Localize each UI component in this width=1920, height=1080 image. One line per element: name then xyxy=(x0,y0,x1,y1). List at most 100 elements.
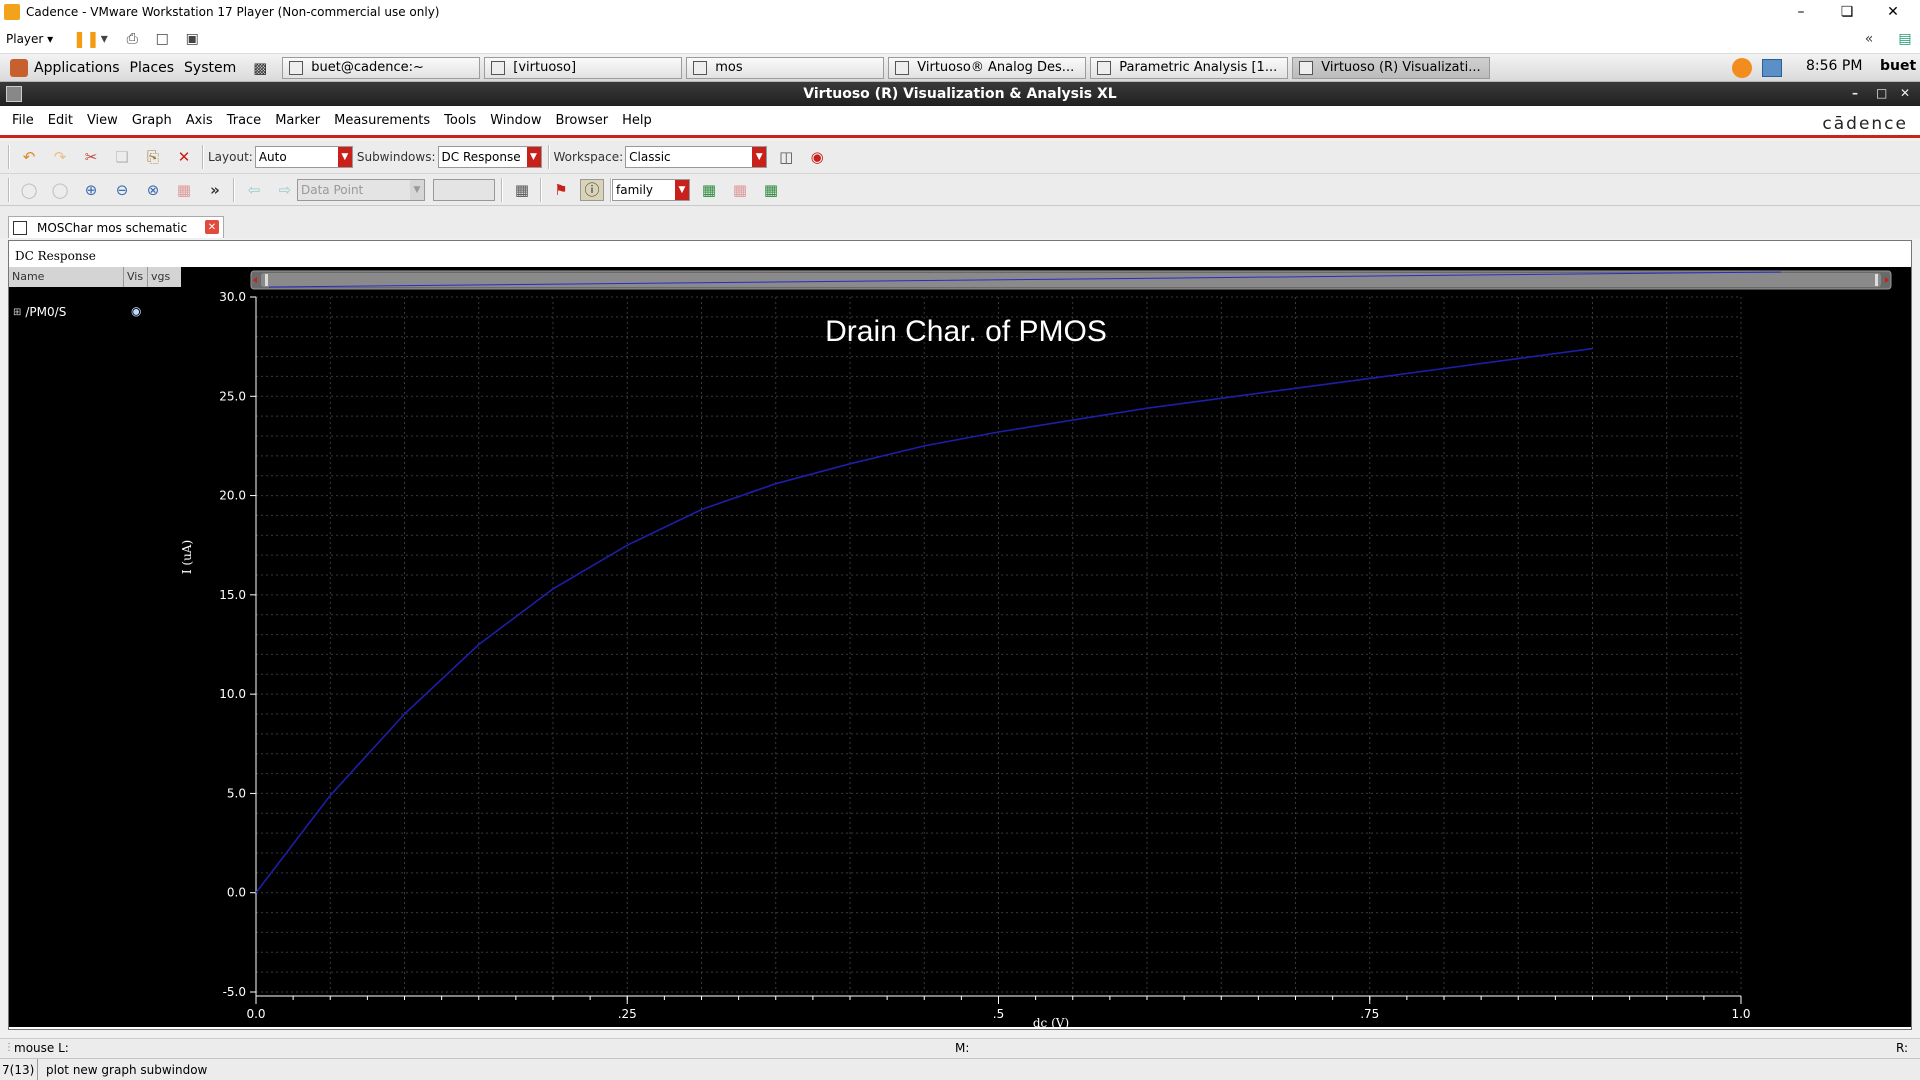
pause-icon[interactable]: ❚❚ xyxy=(73,27,100,51)
menu-help[interactable]: Help xyxy=(615,113,659,128)
task-visualization[interactable]: Virtuoso (R) Visualizati... xyxy=(1292,56,1491,79)
close-icon[interactable]: ✕ xyxy=(1900,86,1910,100)
close-tab-icon[interactable]: ✕ xyxy=(205,220,219,234)
family-strip-icon[interactable]: ▦ xyxy=(728,179,752,201)
plot-area[interactable]: 0.0.25.5.75 1.0 -5.0 0.0 5.0 10.0 15.0 20.0 25.0… xyxy=(181,267,1911,1027)
scrollbar-left-handle[interactable] xyxy=(265,274,268,286)
clock[interactable]: 8:56 PM xyxy=(1806,58,1862,74)
copy-icon[interactable]: ❏ xyxy=(110,146,134,168)
task-parametric-analysis[interactable]: Parametric Analysis [1... xyxy=(1090,56,1289,79)
subwindows-label: Subwindows: xyxy=(356,150,436,164)
expand-icon[interactable]: ⊞ xyxy=(13,307,21,318)
data-point-entry[interactable] xyxy=(433,178,495,201)
undo-icon[interactable]: ↶ xyxy=(17,146,41,168)
task-label: Virtuoso (R) Visualizati... xyxy=(1321,60,1481,75)
family-split-icon[interactable]: ▦ xyxy=(697,179,721,201)
zoom-in-icon[interactable]: ⊕ xyxy=(79,179,103,201)
menu-measurements[interactable]: Measurements xyxy=(327,113,437,128)
places-label: Places xyxy=(129,59,175,76)
eye-icon[interactable]: ◉ xyxy=(131,304,141,318)
window-title: Virtuoso (R) Visualization & Analysis XL xyxy=(803,86,1117,102)
terminal-launcher-icon[interactable]: ▩ xyxy=(248,57,272,79)
redo-icon[interactable]: ↷ xyxy=(48,146,72,168)
family-select[interactable]: family ▼ xyxy=(612,178,690,201)
zoom-area-icon[interactable]: ◯ xyxy=(48,179,72,201)
graph-window-icon xyxy=(13,220,27,235)
menu-graph[interactable]: Graph xyxy=(125,113,179,128)
family-stack-icon[interactable]: ▦ xyxy=(759,179,783,201)
applications-menu[interactable]: Applications xyxy=(0,58,130,77)
x-tick-label: .25 xyxy=(618,1007,637,1021)
marker-flag-icon[interactable]: ⚑ xyxy=(549,179,573,201)
next-point-icon[interactable]: ⇨ xyxy=(273,179,297,201)
minimize-icon[interactable]: – xyxy=(1778,0,1824,24)
delete-icon[interactable]: ✕ xyxy=(172,146,196,168)
minimize-icon[interactable]: – xyxy=(1852,86,1858,100)
network-icon[interactable] xyxy=(1762,59,1782,77)
task-analog-design-env[interactable]: Virtuoso® Analog Des... xyxy=(888,56,1087,79)
subwindows-select[interactable]: DC Response ▼ xyxy=(437,146,542,168)
scrollbar-right-handle[interactable] xyxy=(1875,274,1878,286)
zoom-fit-icon[interactable]: ◯ xyxy=(17,179,41,201)
menu-axis[interactable]: Axis xyxy=(179,113,220,128)
info-icon[interactable]: ⓘ xyxy=(580,178,604,201)
pan-icon[interactable]: ▦ xyxy=(172,179,196,201)
notes-icon[interactable]: ▤ xyxy=(1892,27,1918,51)
column-vgs[interactable]: vgs xyxy=(148,267,181,287)
menu-file[interactable]: File xyxy=(5,113,41,128)
user-name[interactable]: buet xyxy=(1880,58,1916,74)
task-terminal[interactable]: buet@cadence:~ xyxy=(282,56,481,79)
system-menu[interactable]: System xyxy=(184,60,246,76)
cut-icon[interactable]: ✂ xyxy=(79,146,103,168)
places-menu[interactable]: Places xyxy=(130,60,185,76)
previous-point-icon[interactable]: ⇦ xyxy=(242,179,266,201)
mouse-middle-binding: M: xyxy=(955,1041,970,1055)
calculator-icon[interactable]: ▦ xyxy=(510,179,534,201)
fullscreen-icon[interactable]: □ xyxy=(149,27,175,51)
waveform-icon xyxy=(1299,60,1314,75)
delete-workspace-icon[interactable]: ◉ xyxy=(805,146,829,168)
trace-name: /PM0/S xyxy=(25,305,67,319)
player-menu-label: Player xyxy=(6,31,44,46)
chart-title: Drain Char. of PMOS xyxy=(825,315,1107,348)
player-menu[interactable]: Player ▾ xyxy=(6,32,53,46)
data-point-select[interactable]: Data Point ▼ xyxy=(297,178,425,201)
mouse-status-bar: ⋮ mouse L: M: R: xyxy=(0,1038,1920,1058)
toolbar-separator xyxy=(202,145,204,169)
chevron-down-icon[interactable]: ▾ xyxy=(99,27,109,51)
tab-moschar-schematic[interactable]: MOSChar mos schematic ✕ xyxy=(8,216,224,238)
zoom-out-icon[interactable]: ⊖ xyxy=(110,179,134,201)
column-vis[interactable]: Vis xyxy=(124,267,148,287)
trace-row[interactable]: ⊞ /PM0/S ◉ xyxy=(9,303,181,321)
window-menu-icon[interactable] xyxy=(6,86,22,102)
layout-select[interactable]: Auto ▼ xyxy=(254,146,353,168)
x-tick-label: .75 xyxy=(1360,1007,1379,1021)
zoom-x-icon[interactable]: ⊗ xyxy=(141,179,165,201)
task-mos[interactable]: mos xyxy=(686,56,885,79)
y-tick-label: 0.0 xyxy=(227,886,246,900)
unity-icon[interactable]: ▣ xyxy=(179,27,205,51)
collapse-left-icon[interactable]: « xyxy=(1856,27,1882,51)
restore-icon[interactable]: ❏ xyxy=(1824,0,1870,24)
task-virtuoso-ciw[interactable]: [virtuoso] xyxy=(484,56,683,79)
workspace-select[interactable]: Classic ▼ xyxy=(625,146,768,168)
menu-browser[interactable]: Browser xyxy=(548,113,615,128)
close-icon[interactable]: ✕ xyxy=(1870,0,1916,24)
menu-view[interactable]: View xyxy=(80,113,125,128)
maximize-icon[interactable]: □ xyxy=(1876,86,1887,100)
column-name[interactable]: Name xyxy=(9,267,124,287)
message-bar: 7(13) plot new graph subwindow xyxy=(0,1058,1920,1080)
save-workspace-icon[interactable]: ◫ xyxy=(774,146,798,168)
paste-icon[interactable]: ⎘ xyxy=(141,146,165,168)
series-line xyxy=(255,347,1593,894)
menu-marker[interactable]: Marker xyxy=(268,113,327,128)
y-tick-label: 15.0 xyxy=(219,588,246,602)
menu-edit[interactable]: Edit xyxy=(41,113,80,128)
cadence-logo: cādence xyxy=(1822,114,1908,134)
send-ctrl-alt-del-icon[interactable]: ⎙ xyxy=(119,27,145,51)
update-notifier-icon[interactable] xyxy=(1732,58,1752,78)
menu-trace[interactable]: Trace xyxy=(220,113,269,128)
menu-window[interactable]: Window xyxy=(483,113,548,128)
menu-tools[interactable]: Tools xyxy=(437,113,483,128)
more-tools-icon[interactable]: » xyxy=(203,179,227,201)
